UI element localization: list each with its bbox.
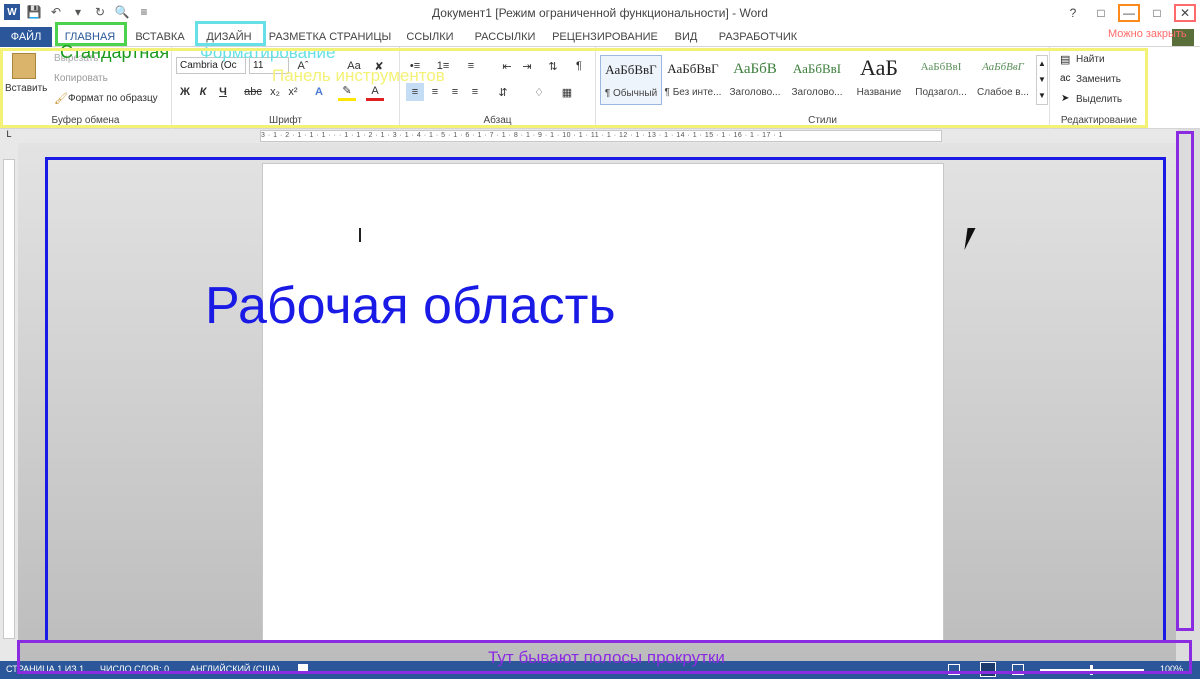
tab-references[interactable]: ССЫЛКИ xyxy=(400,27,460,47)
tab-developer[interactable]: РАЗРАБОТЧИК xyxy=(712,27,804,47)
ruler-scale: 3 · 1 · 2 · 1 · 1 · 1 · · · 1 · 1 · 2 · … xyxy=(260,130,942,142)
annotation-label-toolbar: Панель инструментов xyxy=(272,66,445,85)
tab-view[interactable]: ВИД xyxy=(666,27,706,47)
tab-review[interactable]: РЕЦЕНЗИРОВАНИЕ xyxy=(550,27,660,47)
tab-file[interactable]: ФАЙЛ xyxy=(0,27,52,47)
ruler-corner[interactable]: L xyxy=(0,129,18,143)
vertical-ruler[interactable] xyxy=(0,143,18,663)
annotation-box-toolbar xyxy=(0,48,1148,128)
horizontal-ruler[interactable]: 3 · 1 · 2 · 1 · 1 · 1 · · · 1 · 1 · 2 · … xyxy=(18,129,1178,143)
window-title: Документ1 [Режим ограниченной функционал… xyxy=(432,6,768,20)
annotation-label-workarea: Рабочая область xyxy=(205,277,616,335)
annotation-box-vscroll xyxy=(1176,131,1194,631)
ruler-scale xyxy=(3,159,15,639)
annotation-box-workarea xyxy=(45,157,1166,643)
ribbon-tabs: ФАЙЛ ГЛАВНАЯ ВСТАВКА ДИЗАЙН РАЗМЕТКА СТР… xyxy=(0,27,1200,47)
title-bar: W 💾 ↶ ▾ ↻ 🔍 ≡ Документ1 [Режим ограничен… xyxy=(0,0,1200,27)
tab-mailings[interactable]: РАССЫЛКИ xyxy=(466,27,544,47)
maximize-button[interactable]: □ xyxy=(1146,4,1168,22)
annotation-label-close: Можно закрыть xyxy=(1108,28,1187,40)
help-icon[interactable]: ? xyxy=(1062,4,1084,22)
window-controls: ? □ — □ ✕ xyxy=(1062,4,1196,22)
ribbon-display-options-icon[interactable]: □ xyxy=(1090,4,1112,22)
minimize-button[interactable]: — xyxy=(1118,4,1140,22)
ruler-marks: 3 · 1 · 2 · 1 · 1 · 1 · · · 1 · 1 · 2 · … xyxy=(261,132,784,139)
close-button[interactable]: ✕ xyxy=(1174,4,1196,22)
annotation-label-scrollbars: Тут бывают полосы прокрутки xyxy=(488,648,725,667)
